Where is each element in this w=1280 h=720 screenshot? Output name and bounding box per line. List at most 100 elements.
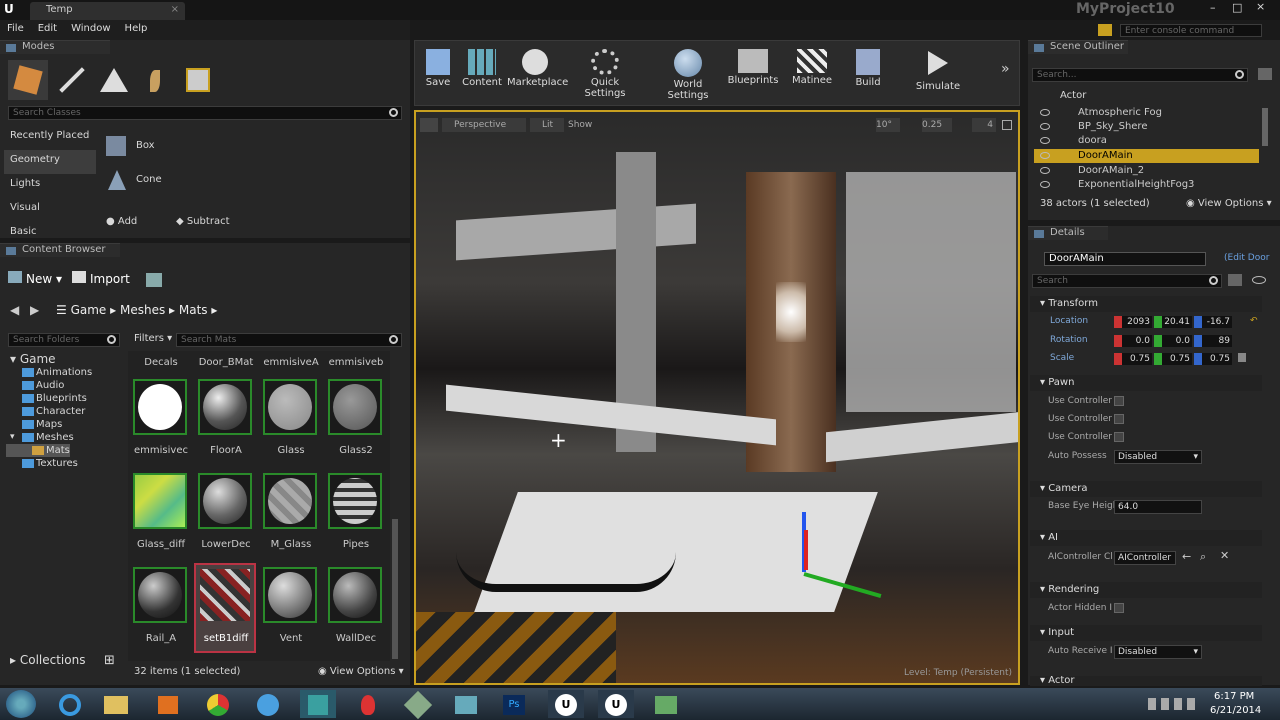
crumb-meshes[interactable]: Meshes (120, 303, 165, 317)
menu-window[interactable]: Window (64, 20, 117, 37)
media-player-icon[interactable] (150, 690, 186, 718)
save-all-icon[interactable] (146, 273, 162, 287)
category-recently-placed[interactable]: Recently Placed (4, 126, 96, 150)
content-button[interactable]: Content (461, 49, 503, 88)
asset-thumb-glass[interactable] (263, 379, 317, 435)
ai-controller-dropdown[interactable]: AIController (1114, 551, 1176, 565)
menu-file[interactable]: File (0, 20, 31, 37)
use-controller-checkbox[interactable] (1114, 396, 1124, 406)
scale-snap-button[interactable]: 0.25 (922, 118, 952, 132)
base-eye-field[interactable]: 64.0 (1114, 500, 1202, 514)
viewport-options-icon[interactable] (420, 118, 438, 132)
asset-thumb-floora[interactable] (198, 379, 252, 435)
search-mats-input[interactable]: Search Mats (176, 333, 402, 347)
level-tab[interactable]: Temp × (30, 2, 185, 20)
outliner-search-input[interactable]: Search... (1032, 68, 1248, 82)
crumb-mats[interactable]: Mats (179, 303, 208, 317)
edit-blueprint-link[interactable]: (Edit Door (1224, 253, 1269, 263)
asset-thumb-walldec[interactable] (328, 567, 382, 623)
tab-close-icon[interactable]: × (171, 2, 179, 18)
outliner-row[interactable]: DoorAMain_2 (1034, 164, 1259, 178)
eye-icon[interactable] (1040, 123, 1050, 130)
world-settings-button[interactable]: World Settings (653, 49, 723, 101)
outliner-row[interactable]: ExponentialHeightFog3 (1034, 178, 1259, 192)
maximize-button[interactable]: □ (1232, 1, 1242, 14)
import-button[interactable]: Import (72, 271, 130, 286)
section-ai[interactable]: ▾ AI (1030, 530, 1262, 546)
class-item-cone[interactable]: Cone (104, 168, 384, 194)
tree-game[interactable]: ▾ Game (6, 353, 126, 366)
add-collection-icon[interactable]: ⊞ (104, 653, 115, 668)
auto-receive-dropdown[interactable]: Disabled ▾ (1114, 645, 1202, 659)
menu-help[interactable]: Help (118, 20, 155, 37)
eye-icon[interactable] (1040, 109, 1050, 116)
outliner-row[interactable]: BP_Sky_Shere (1034, 120, 1259, 134)
console-input[interactable]: Enter console command (1120, 24, 1262, 37)
ie-icon[interactable] (52, 690, 88, 718)
collections-toggle[interactable]: ▸ Collections (10, 653, 85, 667)
lock-icon[interactable] (1238, 353, 1246, 362)
cb-view-options[interactable]: ◉ View Options ▾ (318, 666, 404, 677)
save-button[interactable]: Save (423, 49, 453, 88)
menu-edit[interactable]: Edit (31, 20, 64, 37)
geometry-mode-icon[interactable] (178, 60, 218, 100)
section-camera[interactable]: ▾ Camera (1030, 481, 1262, 497)
asset-label-emmisivea[interactable]: emmisiveA (258, 357, 324, 368)
asset-scrollbar[interactable] (392, 519, 398, 659)
section-pawn[interactable]: ▾ Pawn (1030, 375, 1262, 391)
location-y-field[interactable]: 20.41 (1154, 316, 1192, 328)
asset-thumb-vent[interactable] (263, 567, 317, 623)
simulate-button[interactable]: Simulate (913, 49, 963, 92)
explorer-icon[interactable] (98, 690, 134, 718)
paint-mode-icon[interactable] (52, 60, 92, 100)
section-input[interactable]: ▾ Input (1030, 625, 1262, 641)
details-eye-icon[interactable] (1252, 276, 1266, 284)
maximize-viewport-icon[interactable] (1002, 120, 1012, 130)
show-button[interactable]: Show (568, 118, 598, 132)
tree-blueprints[interactable]: Blueprints (6, 392, 126, 405)
grid-snap-button[interactable]: 10° (876, 118, 900, 132)
close-button[interactable]: × (1256, 0, 1265, 13)
use-controller-checkbox[interactable] (1114, 414, 1124, 424)
auto-possess-dropdown[interactable]: Disabled ▾ (1114, 450, 1202, 464)
asset-thumb-glass-diff[interactable] (133, 473, 187, 529)
outliner-row[interactable]: doora (1034, 134, 1259, 148)
location-z-field[interactable]: -16.7 (1194, 316, 1232, 328)
landscape-mode-icon[interactable] (94, 60, 134, 100)
app-icon[interactable] (350, 690, 386, 718)
eye-icon[interactable] (1040, 181, 1050, 188)
category-basic[interactable]: Basic (4, 222, 96, 236)
outliner-scrollbar[interactable] (1262, 108, 1268, 146)
foliage-mode-icon[interactable] (136, 60, 176, 100)
browse-search-icon[interactable]: ⌕ (1200, 550, 1206, 564)
tree-meshes[interactable]: ▾ Meshes (6, 431, 126, 444)
tree-animations[interactable]: Animations (6, 366, 126, 379)
app-icon[interactable] (448, 690, 484, 718)
start-button[interactable] (6, 690, 36, 718)
search-folders-input[interactable]: Search Folders (8, 333, 120, 347)
eye-icon[interactable] (1040, 137, 1050, 144)
subtract-radio[interactable]: ◆ Subtract (176, 216, 230, 227)
category-geometry[interactable]: Geometry (4, 150, 96, 174)
actor-hidden-checkbox[interactable] (1114, 603, 1124, 613)
asset-thumb-glass2[interactable] (328, 379, 382, 435)
rotation-z-field[interactable]: 89 (1194, 335, 1232, 347)
place-mode-icon[interactable] (8, 60, 48, 100)
unreal-editor-icon[interactable]: U (598, 690, 634, 718)
eye-icon[interactable] (1040, 167, 1050, 174)
itunes-icon[interactable] (250, 690, 286, 718)
blueprints-button[interactable]: Blueprints (727, 49, 779, 86)
app-icon[interactable] (300, 690, 336, 718)
asset-thumb-lowerdec[interactable] (198, 473, 252, 529)
use-controller-checkbox[interactable] (1114, 432, 1124, 442)
asset-label-decals[interactable]: Decals (128, 357, 194, 368)
lit-button[interactable]: Lit (530, 118, 564, 132)
app-icon[interactable] (400, 690, 436, 720)
details-grid-icon[interactable] (1228, 274, 1242, 286)
category-visual[interactable]: Visual (4, 198, 96, 222)
rotation-x-field[interactable]: 0.0 (1114, 335, 1152, 347)
tray-icons[interactable] (1148, 698, 1200, 710)
details-search-input[interactable]: Search (1032, 274, 1222, 288)
unreal-icon[interactable]: U (548, 690, 584, 718)
scale-z-field[interactable]: 0.75 (1194, 353, 1232, 365)
